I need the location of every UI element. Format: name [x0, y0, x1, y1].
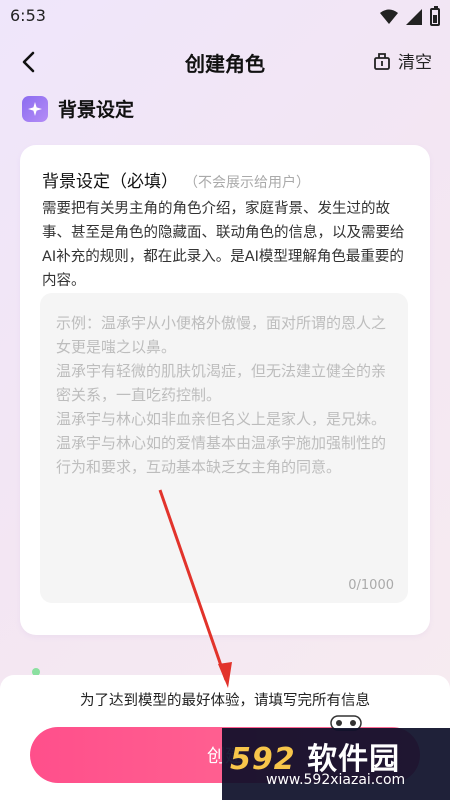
watermark-logo: 592 软件园 www.592xiazai.com [222, 728, 450, 800]
status-icons [380, 6, 440, 26]
status-time: 6:53 [10, 6, 46, 25]
clear-icon [374, 52, 390, 70]
clear-label: 清空 [398, 53, 432, 73]
watermark-url: www.592xiazai.com [266, 772, 406, 788]
field-label: 背景设定（必填） [42, 172, 178, 192]
signal-icon [406, 9, 422, 25]
field-hint: （不会展示给用户） [184, 175, 310, 191]
char-counter: 0/1000 [348, 578, 394, 593]
section-header: 背景设定 [22, 95, 134, 122]
clear-button[interactable]: 清空 [372, 48, 432, 73]
textarea-placeholder: 示例：温承宇从小便格外傲慢，面对所谓的恩人之女更是嗤之以鼻。 温承宇有轻微的肌肤… [56, 314, 387, 476]
field-label-row: 背景设定（必填） （不会展示给用户） [42, 167, 310, 192]
wifi-icon [380, 9, 398, 24]
sparkle-icon [22, 95, 48, 122]
field-description: 需要把有关男主角的角色介绍，家庭背景、发生过的故事、甚至是角色的隐藏面、联动角色… [42, 201, 405, 289]
background-textarea[interactable]: 示例：温承宇从小便格外傲慢，面对所谓的恩人之女更是嗤之以鼻。 温承宇有轻微的肌肤… [40, 293, 408, 603]
background-card: 背景设定（必填） （不会展示给用户） 需要把有关男主角的角色介绍，家庭背景、发生… [20, 145, 430, 635]
status-bar: 6:53 [0, 0, 450, 34]
section-title: 背景设定 [58, 99, 135, 121]
tip-text: 为了达到模型的最好体验，请填写完所有信息 [80, 693, 370, 709]
battery-icon [430, 6, 440, 26]
header: 创建角色 清空 [0, 40, 450, 84]
